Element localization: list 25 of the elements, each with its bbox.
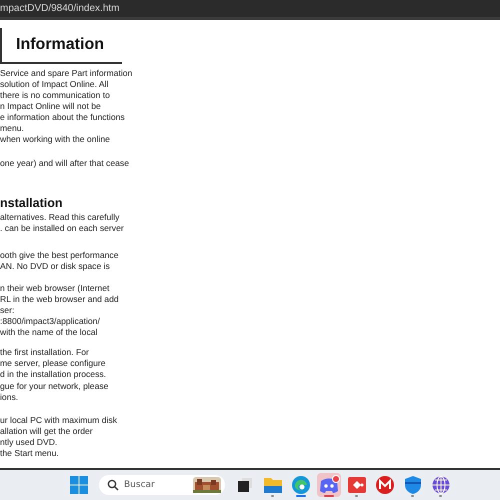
paragraph: Service and spare Part information solution of Impact Online. All there is no communication to n Impact Online will not be e information about the functions menu. [0,68,134,134]
search-bar[interactable]: Buscar [99,475,225,495]
paragraph: ooth give the best performance AN. No DVD or disk space is [0,250,120,272]
page-title: Information [16,36,104,54]
search-input[interactable]: Buscar [124,480,184,490]
paragraph: alternatives. Read this carefully . can be installed on each server [0,212,125,234]
address-url[interactable]: mpactDVD/9840/index.htm [0,3,120,14]
paragraph: the Start menu. [0,448,60,459]
square-icon [237,477,253,493]
search-icon [107,479,119,491]
letter-m-icon [375,475,395,495]
chat-icon [318,475,340,495]
paragraph: the first installation. For me server, please configure d in the installation process. [0,347,108,380]
section-heading: nstallation [0,196,64,210]
globe-icon [431,475,451,495]
paragraph: gue for your network, please ions. [0,381,110,403]
paragraph: when working with the online [0,134,111,145]
folder-icon [263,476,283,494]
diamond-app-icon [347,476,367,494]
paragraph: ur local PC with maximum disk allation will get the order ntly used DVD. [0,415,118,448]
shield-icon [404,475,422,495]
browser-icon [291,475,311,495]
paragraph: n their web browser (Internet RL in the web browser and add ser: :8800/impact3/application/ with the name of the local [0,283,120,338]
paragraph: one year) and will after that cease [0,158,130,169]
windows-logo-icon [69,475,89,495]
